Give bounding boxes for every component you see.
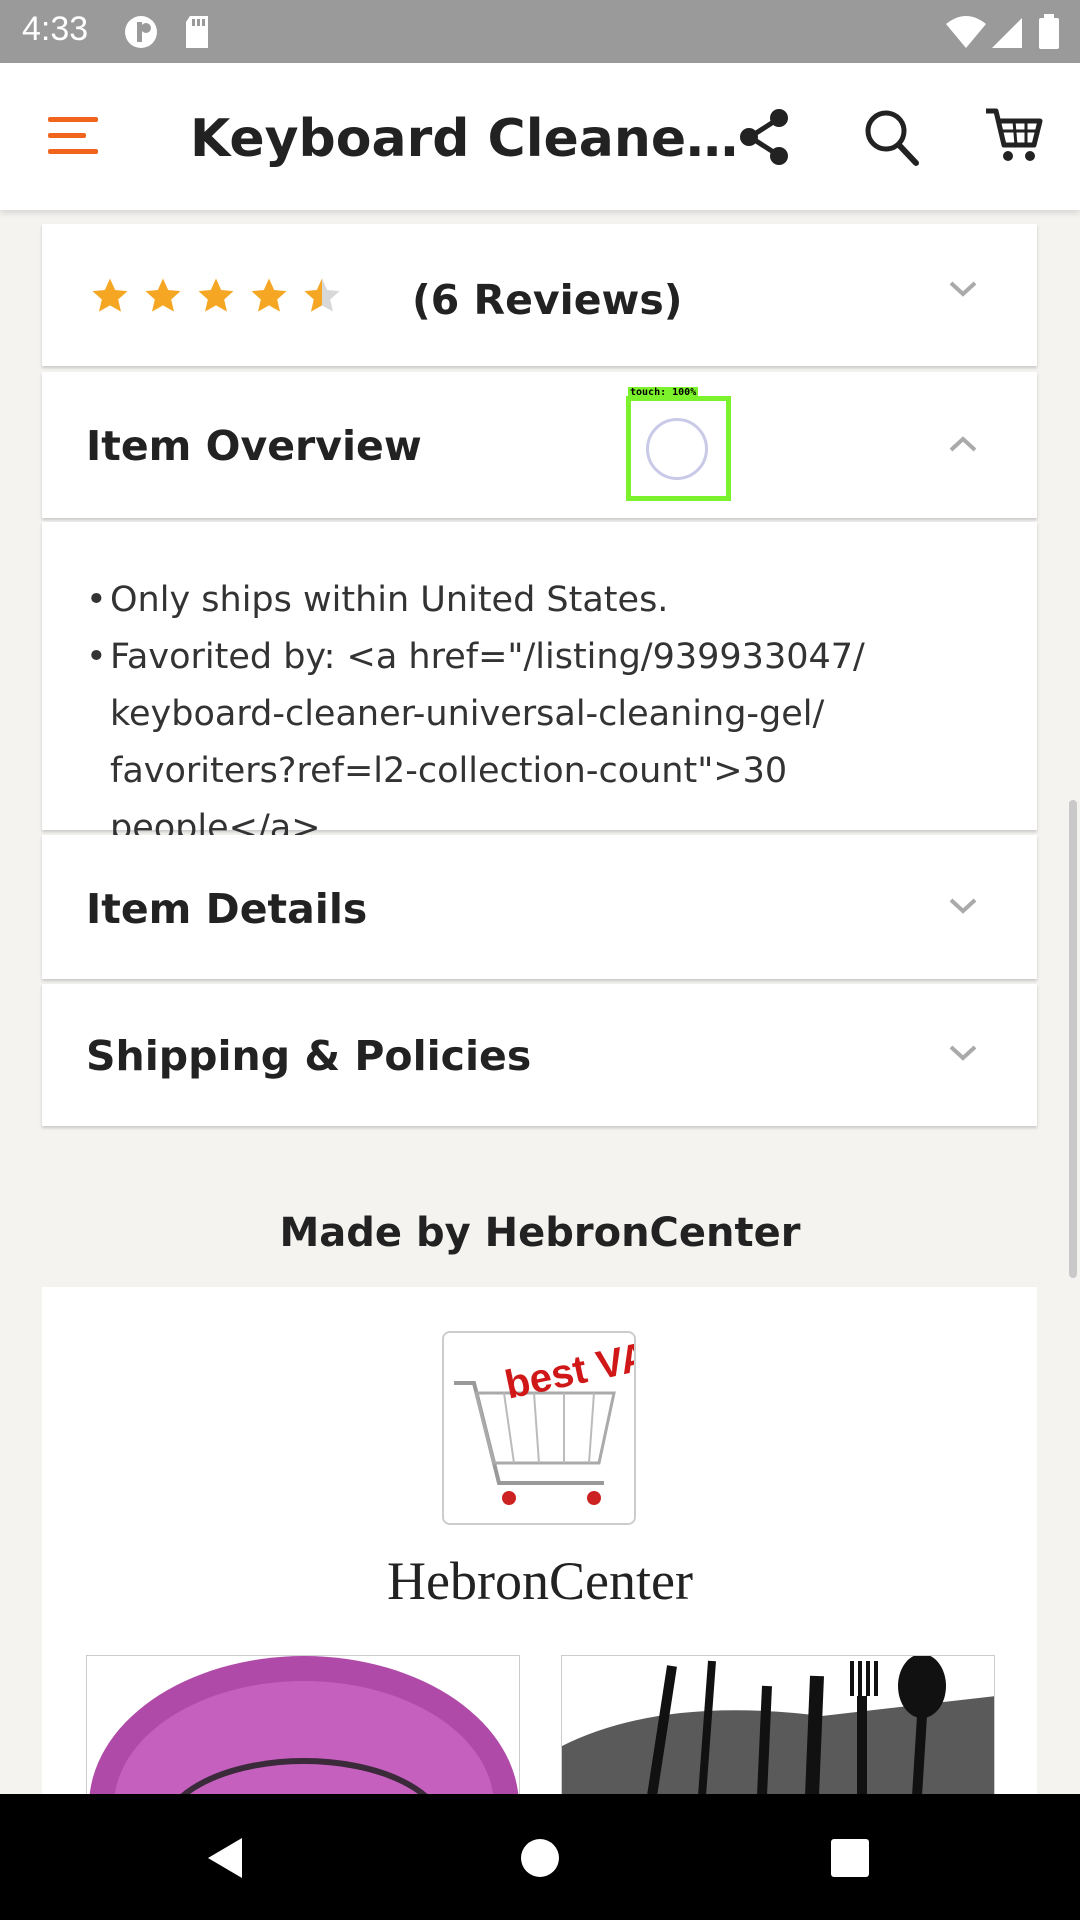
reviews-count: (6 Reviews)	[412, 276, 683, 324]
shipping-policies-row[interactable]: Shipping & Policies	[42, 984, 1037, 1126]
item-details-title: Item Details	[86, 885, 368, 933]
status-time: 4:33	[22, 10, 89, 48]
app-notification-icon	[122, 14, 160, 54]
cellular-icon	[990, 14, 1026, 54]
item-overview-title: Item Overview	[86, 422, 422, 470]
shop-name[interactable]: HebronCenter	[0, 1550, 1080, 1612]
cutlery-set-image	[562, 1656, 994, 1794]
app-bar: Keyboard Cleane…	[0, 63, 1080, 210]
battery-icon	[1038, 14, 1060, 54]
listing-thumbnail[interactable]	[86, 1655, 520, 1795]
home-icon[interactable]	[520, 1838, 560, 1882]
chevron-down-icon[interactable]	[948, 280, 978, 302]
star-icon	[251, 278, 287, 312]
recents-icon[interactable]	[830, 1838, 870, 1882]
chevron-down-icon[interactable]	[948, 897, 978, 919]
item-details-row[interactable]: Item Details	[42, 835, 1037, 979]
shop-logo[interactable]: best VALUE	[442, 1331, 636, 1525]
touch-indicator-label: touch: 100%	[628, 387, 699, 398]
scrollbar[interactable]	[1069, 800, 1077, 1278]
shipping-policies-title: Shipping & Policies	[86, 1032, 532, 1080]
made-by-heading: Made by HebronCenter	[279, 1210, 801, 1256]
pink-bowl-image	[87, 1656, 519, 1794]
item-overview-header[interactable]: Item Overview	[42, 372, 1037, 518]
page-title: Keyboard Cleane…	[190, 109, 739, 169]
star-rating	[90, 276, 342, 316]
reviews-row[interactable]: (6 Reviews)	[42, 224, 1037, 366]
cart-icon[interactable]	[984, 105, 1044, 169]
back-icon[interactable]	[204, 1836, 244, 1884]
overview-bullet[interactable]: Favorited by: <a href="/listing/93993304…	[86, 629, 1006, 857]
star-icon	[145, 278, 181, 312]
status-bar: 4:33	[0, 0, 1080, 63]
menu-icon[interactable]	[48, 115, 100, 161]
touch-point	[646, 418, 708, 480]
wifi-icon	[944, 14, 988, 54]
half-star-icon	[304, 278, 340, 312]
sd-card-icon	[182, 14, 212, 54]
share-icon[interactable]	[736, 107, 792, 171]
star-icon	[198, 278, 234, 312]
star-icon	[92, 278, 128, 312]
overview-bullets: Only ships within United States. Favorit…	[86, 572, 1006, 857]
chevron-up-icon[interactable]	[948, 435, 978, 457]
item-overview-content: Only ships within United States. Favorit…	[42, 522, 1037, 848]
listing-thumbnail[interactable]	[561, 1655, 995, 1795]
shopping-cart-logo-icon: best VALUE	[444, 1333, 634, 1523]
system-nav-bar	[0, 1794, 1080, 1920]
search-icon[interactable]	[862, 107, 920, 171]
overview-bullet: Only ships within United States.	[86, 572, 1006, 629]
chevron-down-icon[interactable]	[948, 1044, 978, 1066]
